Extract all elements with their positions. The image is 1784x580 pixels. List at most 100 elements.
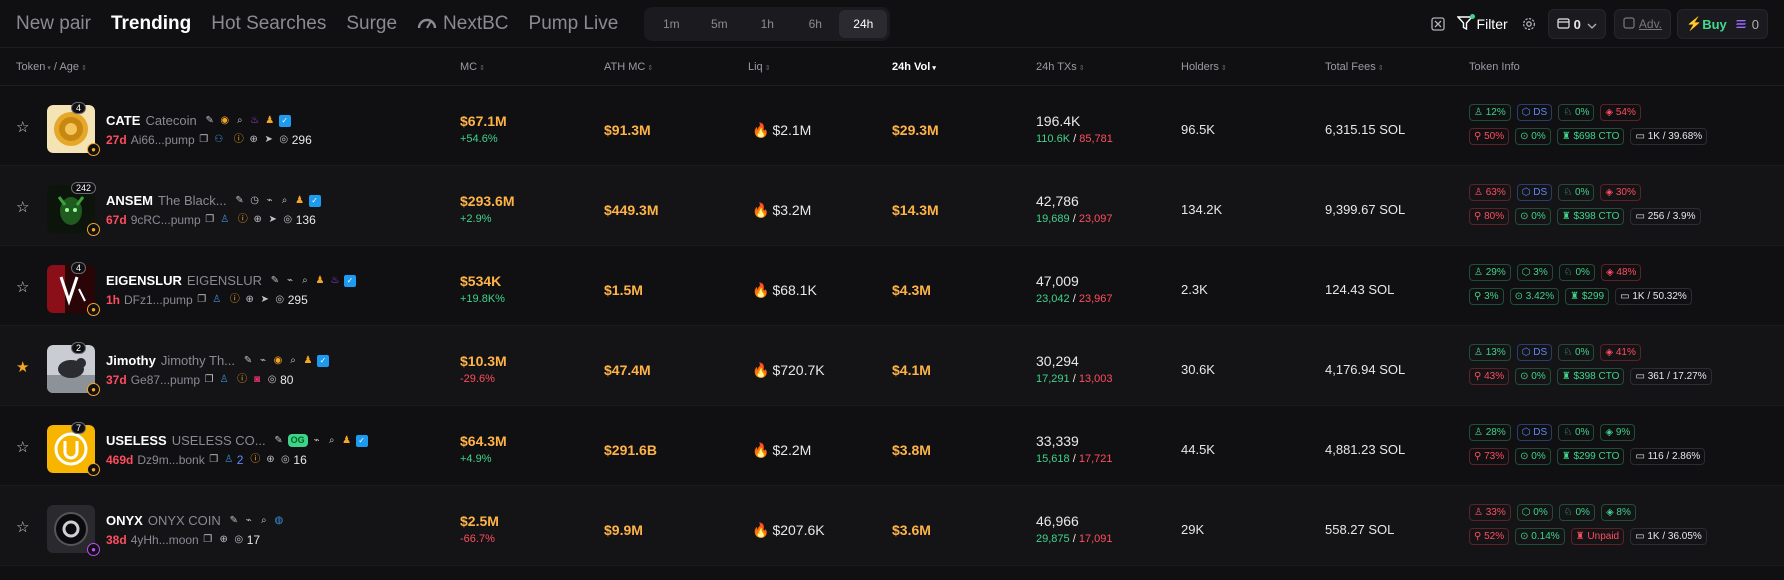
token-avatar[interactable]: 4 ● [47,262,100,316]
nav-pump-live[interactable]: Pump Live [529,13,619,35]
table-row[interactable]: ☆ ● ONYX ONYX COIN ✎ ⌁ ⌕ ◍ 38d 4yHh...mo… [0,486,1784,566]
copy-icon[interactable]: ❐ [208,454,220,466]
cto-tag: ♜ $398 CTO [1556,208,1625,225]
warning-icon: ⓘ [250,454,261,465]
hide-icon[interactable] [1427,13,1449,35]
nav-nextbc[interactable]: NextBC [417,13,509,35]
globe-icon[interactable]: ⊕ [264,454,276,466]
star-icon[interactable]: ☆ [16,518,29,536]
dex-value: 0% [1533,507,1548,518]
edit-icon[interactable]: ✎ [242,355,254,367]
token-symbol[interactable]: Jimothy [106,353,156,368]
edit-icon[interactable]: ✎ [228,515,240,527]
instagram-icon[interactable]: ◙ [251,374,263,386]
copy-icon[interactable]: ❐ [204,214,216,226]
copy-icon[interactable]: ❐ [198,134,210,146]
wallet-selector[interactable]: 0 [1547,9,1606,39]
copy-icon[interactable]: ❐ [196,294,208,306]
snipers-tag: ◈ 41% [1600,344,1641,361]
token-symbol[interactable]: ONYX [106,513,143,528]
chart-icon: ⌁ [313,434,320,446]
top10-value: 63% [1485,187,1506,198]
copy-icon[interactable]: ❐ [202,534,214,546]
search-icon[interactable]: ⌕ [234,115,246,127]
insiders-value: 3% [1484,291,1499,302]
snipers-value: 8% [1616,507,1631,518]
verified-icon: ✓ [308,194,321,207]
table-row[interactable]: ☆ 4 ● EIGENSLUR EIGENSLUR ✎ ⌁ ⌕ ♟ ♨ ✓ 1h… [0,246,1784,326]
search-icon[interactable]: ⌕ [279,195,291,207]
edit-icon[interactable]: ✎ [234,195,246,207]
nav-trending[interactable]: Trending [111,13,191,35]
token-symbol[interactable]: ANSEM [106,193,153,208]
dev-holding-tag: ♘ 0% [1558,344,1595,361]
token-avatar[interactable]: ● [47,505,100,556]
token-avatar[interactable]: 242 ● [47,182,100,236]
search-icon[interactable]: ⌕ [299,275,311,287]
og-badge: OG [287,434,308,447]
advanced-toggle[interactable]: Adv. [1613,9,1672,39]
search-icon[interactable]: ⌕ [326,435,338,447]
star-icon[interactable]: ★ [16,358,29,376]
link-icon[interactable]: ◍ [273,515,285,527]
telegram-icon[interactable]: ➤ [259,294,271,306]
table-row[interactable]: ☆ 7 ● USELESS USELESS CO... ✎ OG ⌁ ⌕ ♟ ✓… [0,406,1784,486]
column-mc[interactable]: MC ⇕ [460,61,485,73]
warning-icon: ⓘ [233,134,244,145]
views-count: 136 [295,213,316,227]
rank-badge: 2 [71,342,87,354]
column-token-age[interactable]: Token ▾ / Age ⇕ [16,61,87,73]
column-24h-txs[interactable]: 24h TXs ⇕ [1036,61,1085,73]
nav-surge[interactable]: Surge [346,13,397,35]
token-avatar[interactable]: 7 ● [47,422,100,476]
verified-icon: ✓ [355,434,368,447]
timeframe-5m[interactable]: 5m [695,10,743,38]
globe-icon[interactable]: ⊕ [252,214,264,226]
total-fees: 6,315.15 SOL [1325,122,1406,137]
search-icon[interactable]: ⌕ [258,515,270,527]
timeframe-6h[interactable]: 6h [791,10,839,38]
nav-new-pair[interactable]: New pair [16,13,91,35]
token-avatar[interactable]: 2 ● [47,342,100,396]
telegram-icon[interactable]: ➤ [267,214,279,226]
telegram-icon[interactable]: ➤ [263,134,275,146]
column-liq[interactable]: Liq ⇕ [748,61,771,73]
table-row[interactable]: ★ 2 ● Jimothy Jimothy Th... ✎ ⌁ ◉ ⌕ ♟ ✓ … [0,326,1784,406]
table-row[interactable]: ☆ 242 ● ANSEM The Black... ✎ ◷ ⌁ ⌕ ♟ ✓ 6… [0,166,1784,246]
views-count: 17 [246,533,261,547]
filter-button[interactable]: Filter [1455,13,1508,33]
copy-icon[interactable]: ❐ [203,374,215,386]
cto-value: $398 CTO [1573,371,1620,382]
edit-icon[interactable]: ✎ [204,115,216,127]
cto-tag: ♜ $299 [1565,288,1610,305]
search-icon[interactable]: ⌕ [287,355,299,367]
globe-icon[interactable]: ⊕ [244,294,256,306]
column-holders[interactable]: Holders ⇕ [1181,61,1227,73]
globe-icon[interactable]: ⊕ [218,534,230,546]
table-row[interactable]: ☆ 4 ● CATE Catecoin ✎ ◉ ⌕ ♨ ♟ ✓ 27d Ai66… [0,86,1784,166]
timeframe-1m[interactable]: 1m [647,10,695,38]
timeframe-24h[interactable]: 24h [839,9,888,38]
edit-icon[interactable]: ✎ [273,435,285,447]
globe-icon[interactable]: ⊕ [248,134,260,146]
timeframe-1h[interactable]: 1h [743,10,791,38]
quick-buy-button[interactable]: ⚡ Buy 0 [1677,9,1768,39]
star-icon[interactable]: ☆ [16,438,29,456]
token-symbol[interactable]: EIGENSLUR [106,273,182,288]
nav-hot-searches[interactable]: Hot Searches [211,13,326,35]
holders: 30.6K [1181,362,1215,377]
star-icon[interactable]: ☆ [16,198,29,216]
dev-value: 0% [1575,507,1590,518]
fire-icon: ♨ [330,274,340,286]
market-cap-change: +19.8K% [460,293,505,305]
star-icon[interactable]: ☆ [16,118,29,136]
token-symbol[interactable]: CATE [106,113,140,128]
gear-icon[interactable] [1518,13,1540,35]
token-symbol[interactable]: USELESS [106,433,167,448]
edit-icon[interactable]: ✎ [269,275,281,287]
token-avatar[interactable]: 4 ● [47,102,100,156]
column-24h-vol[interactable]: 24h Vol ▾ [892,61,936,73]
star-icon[interactable]: ☆ [16,278,29,296]
column-ath-mc[interactable]: ATH MC ⇕ [604,61,653,73]
column-total-fees[interactable]: Total Fees ⇕ [1325,61,1384,73]
